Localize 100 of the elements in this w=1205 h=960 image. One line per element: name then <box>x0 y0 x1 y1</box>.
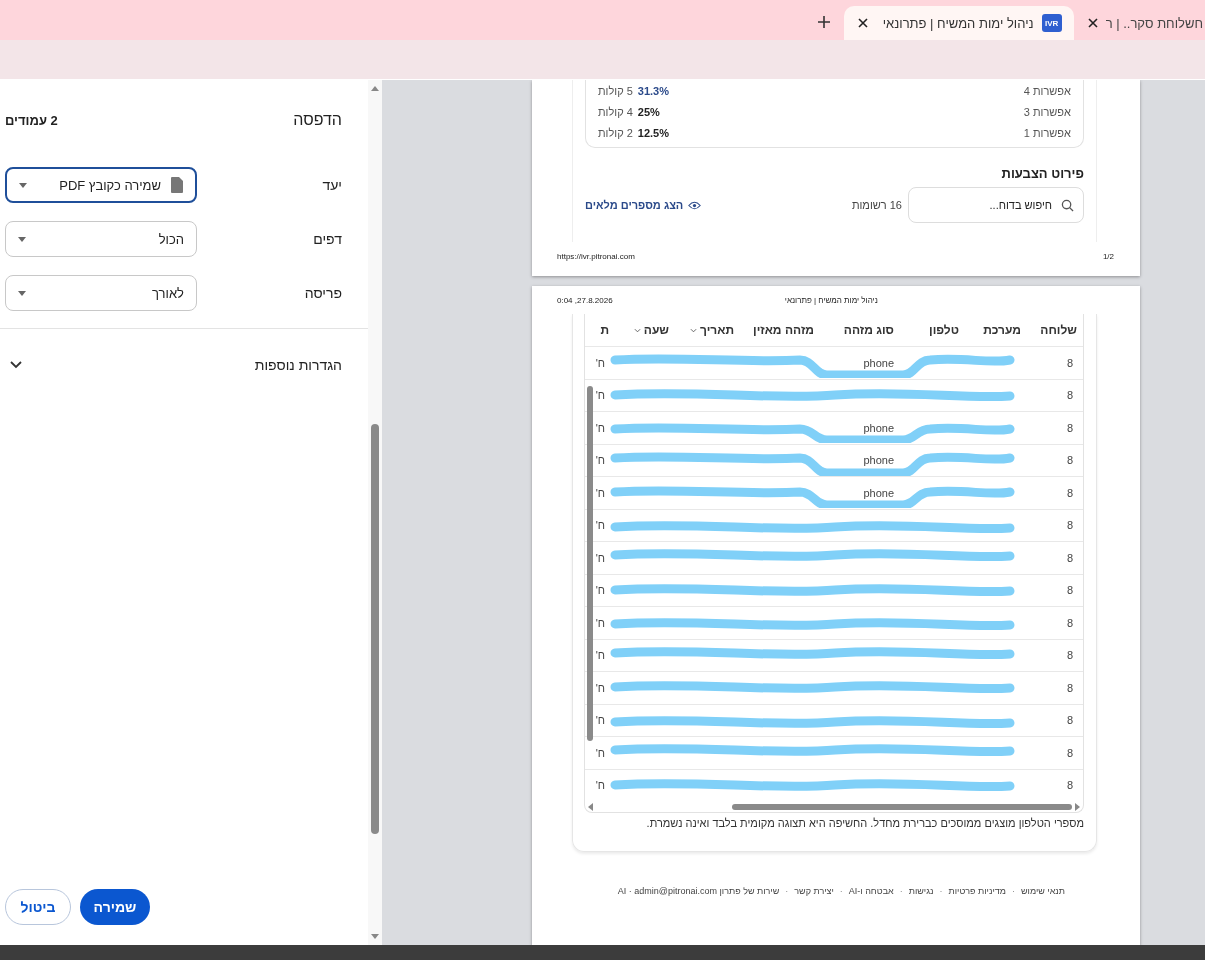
table-cell: ח' <box>595 389 605 402</box>
close-icon[interactable] <box>1087 18 1098 28</box>
table-cell: 8 <box>1066 389 1073 402</box>
footer-link[interactable]: תנאי שימוש <box>1020 886 1065 896</box>
separator-dot: · <box>1011 886 1015 896</box>
option-label: אפשרות 4 <box>1023 84 1071 97</box>
dropdown-caret-icon <box>19 182 27 188</box>
setting-label: פריסה <box>304 285 342 301</box>
setting-label: יעד <box>322 177 342 193</box>
browser-tab[interactable]: חשלוחת סקר.. | ר <box>1073 6 1205 40</box>
option-label: אפשרות 1 <box>1023 126 1071 139</box>
record-count: 16 רשומות <box>851 199 902 211</box>
option-percent: 25% <box>637 105 660 118</box>
print-page-title: ניהול ימות המשיח | פתרונאי <box>784 295 878 305</box>
option-percent: 12.5% <box>637 126 669 139</box>
sort-caret-icon <box>633 327 641 333</box>
column-header: שלוחה <box>1039 323 1078 337</box>
table-cell: phone <box>863 486 894 499</box>
page-url: https://ivr.pitronai.com <box>557 251 635 261</box>
search-icon <box>1061 199 1074 212</box>
table-cell: 8 <box>1066 454 1073 467</box>
table-cell: ח' <box>595 356 605 369</box>
table-cell: phone <box>863 421 894 434</box>
site-favicon: IVR <box>1041 14 1062 32</box>
new-tab-icon[interactable] <box>817 16 830 28</box>
table-cell: 8 <box>1066 584 1073 597</box>
print-datetime: 0:04 ,27.8.2026 <box>557 295 613 305</box>
setting-dropdown[interactable]: הכול <box>5 221 197 257</box>
table-cell: 8 <box>1066 519 1073 532</box>
column-header: מערכת <box>982 323 1022 337</box>
table-cell: ח' <box>595 746 605 759</box>
column-header: טלפון <box>928 323 960 337</box>
dropdown-caret-icon <box>18 236 26 242</box>
table-cell: 8 <box>1066 486 1073 499</box>
cancel-button[interactable]: ביטול <box>5 889 71 925</box>
section-title: פירוט הצבעות <box>1000 166 1084 181</box>
option-label: אפשרות 3 <box>1023 105 1071 118</box>
search-field[interactable]: חיפוש בדוח... <box>908 187 1084 223</box>
chevron-icon <box>10 361 22 369</box>
save-button[interactable]: שמירה <box>80 889 150 925</box>
footer-link[interactable]: נגישות <box>908 886 934 896</box>
vote-count: 5 קולות <box>598 84 633 97</box>
table-cell: ח' <box>595 779 605 792</box>
scroll-right-icon[interactable] <box>1075 802 1080 811</box>
table-cell: ח' <box>595 649 605 662</box>
dropdown-caret-icon <box>18 290 26 296</box>
vertical-scrollbar[interactable] <box>587 386 593 741</box>
table-cell: ח' <box>595 551 605 564</box>
vote-count: 2 קולות <box>598 126 633 139</box>
scroll-up-icon[interactable] <box>371 86 379 91</box>
sort-caret-icon <box>690 327 697 333</box>
table-cell: ח' <box>595 681 605 694</box>
table-cell: phone <box>863 356 894 369</box>
column-header: מזהה מאזין <box>752 323 815 337</box>
footer-link[interactable]: מדיניות פרטיות <box>948 886 1006 896</box>
table-cell: 8 <box>1066 714 1073 727</box>
table-cell: 8 <box>1066 746 1073 759</box>
table-cell: 8 <box>1066 681 1073 694</box>
footer-link[interactable]: שירות של פתרון AI · admin@pitronai.com <box>617 886 780 896</box>
option-percent: 31.3% <box>637 84 669 97</box>
page-count: 2 עמודים <box>5 112 58 128</box>
separator-dot: · <box>939 886 943 896</box>
vote-count: 4 קולות <box>598 105 633 118</box>
scroll-down-icon[interactable] <box>371 934 379 939</box>
table-cell: ח' <box>595 714 605 727</box>
scrollbar[interactable] <box>368 80 382 945</box>
dialog-title: הדפסה <box>293 111 342 129</box>
setting-dropdown[interactable]: לאורך <box>5 275 197 311</box>
column-header: ת <box>599 323 610 337</box>
column-header[interactable]: תאריך <box>675 323 740 337</box>
scroll-left-icon[interactable] <box>588 802 593 811</box>
table-cell: 8 <box>1066 779 1073 792</box>
masking-note: מספרי הטלפון מוצגים ממוסכים כברירת מחדל. החשיפה היא תצוגה מקומית בלבד ואינה נשמרת. <box>645 817 1084 829</box>
show-full-numbers-link[interactable]: הצג מספרים מלאים <box>585 199 702 211</box>
eye-icon <box>688 200 702 210</box>
table-cell: ח' <box>595 454 605 467</box>
table-cell: 8 <box>1066 649 1073 662</box>
close-icon[interactable] <box>857 18 868 28</box>
more-settings-toggle[interactable]: הגדרות נוספות <box>5 329 342 401</box>
table-cell: ח' <box>595 584 605 597</box>
setting-label: דפים <box>313 231 342 247</box>
setting-dropdown[interactable]: שמירה כקובץ PDF <box>5 167 197 203</box>
table-cell: ח' <box>595 616 605 629</box>
footer-link[interactable]: יצירת קשר <box>794 886 834 896</box>
file-icon <box>171 177 183 193</box>
table-cell: ח' <box>595 486 605 499</box>
table-cell: 8 <box>1066 616 1073 629</box>
page-number: 1/2 <box>1102 251 1114 261</box>
table-cell: 8 <box>1066 356 1073 369</box>
separator-dot: · <box>839 886 843 896</box>
separator-dot: · <box>785 886 789 896</box>
table-cell: ח' <box>595 519 605 532</box>
table-cell: phone <box>863 454 894 467</box>
table-cell: 8 <box>1066 551 1073 564</box>
table-cell: ח' <box>595 421 605 434</box>
table-cell: 8 <box>1066 421 1073 434</box>
column-header: סוג מזהה <box>842 323 895 337</box>
footer-link[interactable]: אבטחה ו-AI <box>848 886 894 896</box>
column-header[interactable]: שעה <box>615 323 675 337</box>
separator-dot: · <box>899 886 903 896</box>
